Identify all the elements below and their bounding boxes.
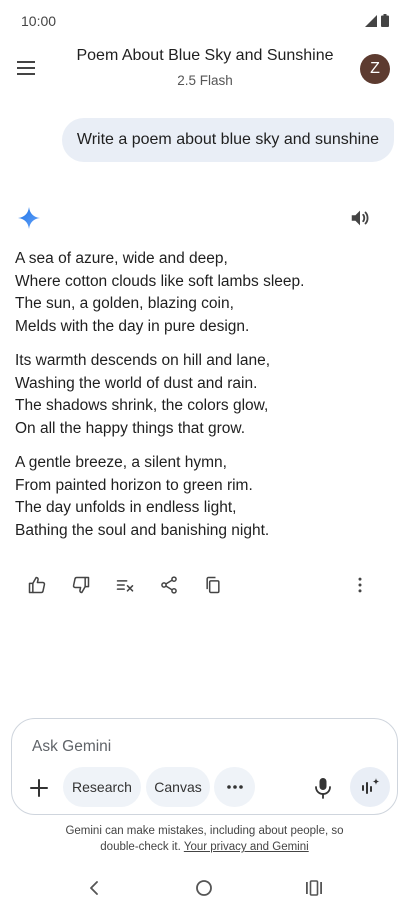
system-nav-bar: [0, 872, 409, 904]
live-icon: [362, 778, 380, 794]
disclaimer-text: double-check it.: [100, 841, 181, 853]
user-message-bubble: Write a poem about blue sky and sunshine: [61, 118, 394, 162]
thumbs-down-button[interactable]: [70, 574, 92, 596]
more-tools-button[interactable]: [214, 767, 255, 807]
more-vert-icon: [358, 577, 362, 593]
thumbs-up-button[interactable]: [26, 574, 48, 596]
nav-back-button[interactable]: [84, 878, 104, 898]
response-text: A sea of azure, wide and deep, Where cot…: [15, 248, 395, 554]
model-name: 2.5 Flash: [177, 73, 233, 88]
modify-response-icon: [116, 580, 134, 592]
disclaimer-line: Gemini can make mistakes, including abou…: [65, 825, 344, 837]
nav-home-button[interactable]: [194, 878, 214, 898]
poem-stanza: Its warmth descends on hill and lane, Wa…: [15, 350, 395, 440]
poem-line: On all the happy things that grow.: [15, 419, 246, 437]
share-button[interactable]: [158, 574, 180, 596]
battery-icon: [381, 14, 389, 27]
status-icons: [365, 14, 389, 27]
top-app-bar: Poem About Blue Sky and Sunshine 2.5 Fla…: [0, 40, 409, 100]
canvas-chip[interactable]: Canvas: [146, 767, 210, 807]
poem-line: From painted horizon to green rim.: [15, 476, 253, 494]
privacy-link[interactable]: Your privacy and Gemini: [184, 841, 309, 853]
poem-line: Melds with the day in pure design.: [15, 317, 250, 335]
more-options-button[interactable]: [349, 574, 371, 596]
live-mode-button[interactable]: [350, 767, 390, 807]
modify-response-button[interactable]: [114, 574, 136, 596]
hamburger-menu-icon: [17, 61, 35, 75]
mic-icon: [315, 778, 331, 799]
disclaimer: Gemini can make mistakes, including abou…: [0, 823, 409, 855]
poem-line: The sun, a golden, blazing coin,: [15, 295, 234, 312]
poem-stanza: A sea of azure, wide and deep, Where cot…: [15, 248, 395, 338]
thumbs-up-icon: [28, 576, 46, 594]
prompt-composer: Research Canvas: [11, 718, 398, 815]
poem-stanza: A gentle breeze, a silent hymn, From pai…: [15, 452, 395, 542]
microphone-button[interactable]: [311, 776, 335, 800]
copy-button[interactable]: [202, 574, 224, 596]
avatar[interactable]: Z: [360, 54, 390, 84]
conversation-title-area[interactable]: Poem About Blue Sky and Sunshine 2.5 Fla…: [60, 46, 350, 88]
poem-line: Bathing the soul and banishing night.: [15, 521, 270, 539]
gemini-spark-icon: [18, 207, 40, 229]
poem-line: A sea of azure, wide and deep,: [15, 250, 228, 267]
back-icon: [90, 881, 98, 895]
poem-line: A gentle breeze, a silent hymn,: [15, 454, 227, 471]
thumbs-down-icon: [72, 576, 90, 594]
response-actions: [0, 574, 409, 598]
signal-icon: [365, 14, 377, 27]
disclaimer-line: double-check it. Your privacy and Gemini: [0, 839, 409, 855]
add-attachment-button[interactable]: [27, 776, 51, 800]
copy-icon: [206, 576, 220, 594]
nav-recents-button[interactable]: [304, 878, 324, 898]
plus-icon: [30, 779, 48, 797]
menu-button[interactable]: [13, 55, 39, 81]
home-icon: [196, 880, 212, 896]
more-horiz-icon: [226, 785, 243, 789]
conversation-title: Poem About Blue Sky and Sunshine: [76, 47, 334, 64]
research-chip[interactable]: Research: [63, 767, 141, 807]
speaker-icon[interactable]: [349, 207, 371, 229]
share-icon: [161, 576, 177, 594]
status-bar: 10:00: [0, 0, 409, 40]
poem-line: The day unfolds in endless light,: [15, 499, 237, 516]
recents-icon: [306, 880, 322, 896]
poem-line: Its warmth descends on hill and lane,: [15, 352, 271, 369]
poem-line: Where cotton clouds like soft lambs slee…: [15, 272, 305, 290]
poem-line: Washing the world of dust and rain.: [15, 374, 258, 392]
status-time: 10:00: [21, 13, 57, 29]
prompt-input[interactable]: [32, 735, 332, 759]
poem-line: The shadows shrink, the colors glow,: [15, 397, 269, 414]
